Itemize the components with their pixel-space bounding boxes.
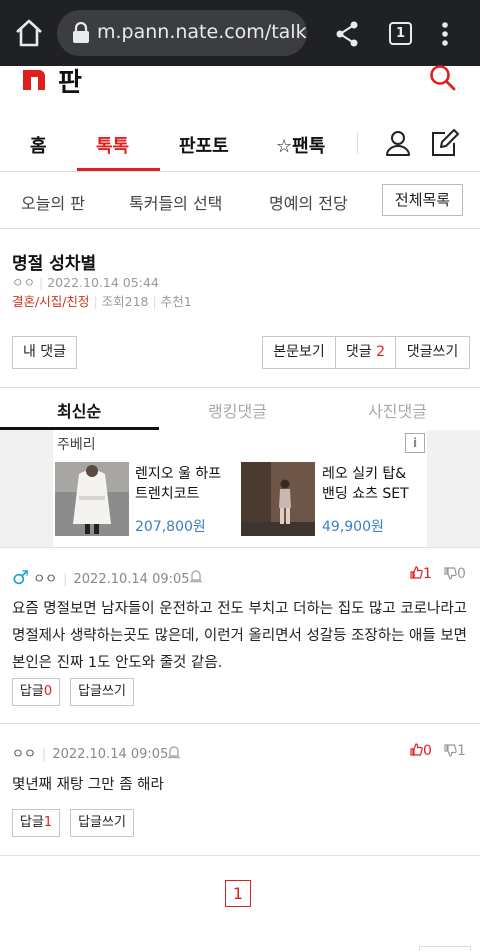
comments-label: 댓글: [345, 344, 372, 360]
report-icon[interactable]: [189, 569, 203, 583]
product-name-trench[interactable]: 렌지오 울 하프 트렌치코트: [135, 464, 235, 504]
nav-panphoto[interactable]: 판포토: [179, 132, 229, 158]
product-image-silky-set[interactable]: [241, 462, 315, 536]
post-recommends: 추천1: [160, 294, 192, 309]
comment-nick[interactable]: ㅇㅇ: [33, 572, 57, 587]
nav-home[interactable]: 홈: [30, 132, 47, 158]
write-icon[interactable]: [429, 128, 459, 158]
nav-divider: [357, 132, 358, 154]
write-reply-button[interactable]: 답글쓰기: [70, 809, 134, 837]
reply-label: 답글: [19, 684, 44, 699]
ad-info-icon[interactable]: i: [405, 433, 425, 453]
downvote-count: 0: [457, 566, 466, 582]
subnav-hall-of-fame[interactable]: 명예의 전당: [269, 190, 348, 214]
upvote-button[interactable]: 1: [410, 566, 432, 582]
post-action-group: 본문보기 댓글 2 댓글쓰기: [262, 336, 470, 369]
reply-count: 1: [43, 815, 53, 830]
write-reply-button[interactable]: 답글쓰기: [70, 678, 134, 706]
lock-icon: [73, 22, 89, 43]
ad-banner: 주베리 i 렌지오 울 하프 트렌치코트 207,800원 레오 실키 탑& 밴…: [0, 430, 480, 547]
post-title: 명절 성차별: [12, 254, 97, 274]
comment-text: 몇년째 재탕 그만 좀 해라: [12, 777, 164, 793]
comment-text: 요즘 명절보면 남자들이 운전하고 전도 부치고 더하는 집도 많고 코로나라고…: [12, 601, 468, 671]
nav-fantalk[interactable]: ☆팬톡: [276, 132, 325, 158]
product-price-silky-set: 49,900원: [322, 519, 384, 535]
reply-button[interactable]: 답글1: [12, 809, 60, 837]
upvote-count: 1: [423, 566, 432, 582]
nav-active-indicator: [77, 168, 160, 171]
my-comments-button[interactable]: 내 댓글: [12, 336, 77, 369]
upvote-button[interactable]: 0: [410, 743, 432, 759]
search-icon[interactable]: [429, 64, 457, 92]
tab-switcher-button[interactable]: 1: [389, 22, 412, 45]
section-divider: [0, 387, 480, 388]
post-views: 조회218: [101, 294, 149, 309]
product-price-trench: 207,800원: [135, 519, 206, 535]
nate-logo[interactable]: [21, 68, 47, 90]
subnav-today[interactable]: 오늘의 판: [21, 190, 85, 214]
comment-date: 2022.10.14 09:05: [52, 747, 169, 762]
thumbs-down-icon: [444, 567, 457, 580]
subnav-talkers-choice[interactable]: 톡커들의 선택: [129, 190, 222, 214]
page-1-button[interactable]: 1: [225, 880, 251, 907]
user-icon[interactable]: [385, 130, 411, 156]
comment-date: 2022.10.14 09:05: [73, 572, 190, 587]
floating-button-edge[interactable]: [419, 946, 471, 951]
tab-latest[interactable]: 최신순: [57, 398, 101, 422]
downvote-button[interactable]: 1: [444, 743, 466, 759]
tab-photo-comments[interactable]: 사진댓글: [368, 398, 427, 422]
reply-button[interactable]: 답글0: [12, 678, 60, 706]
comments-count: 2: [376, 344, 386, 360]
downvote-count: 1: [457, 743, 466, 759]
post-date: 2022.10.14 05:44: [47, 275, 159, 290]
thumbs-up-icon: [410, 566, 423, 579]
nav-talktalk[interactable]: 톡톡: [96, 132, 129, 158]
url-text: m.pann.nate.com/talk/re: [97, 21, 307, 43]
write-comment-button[interactable]: 댓글쓰기: [396, 337, 469, 368]
site-title[interactable]: 판: [58, 62, 82, 99]
thumbs-down-icon: [444, 744, 457, 757]
upvote-count: 0: [423, 743, 432, 759]
reply-count: 0: [43, 684, 53, 699]
comment-divider: [0, 855, 480, 856]
comment-meta: ♂ ㅇㅇ | 2022.10.14 09:05: [12, 567, 190, 589]
post-author[interactable]: ㅇㅇ: [12, 275, 35, 290]
report-icon[interactable]: [167, 745, 181, 759]
post-category[interactable]: 결혼/시집/친정: [12, 294, 89, 309]
product-name-silky-set[interactable]: 레오 실키 탑& 밴딩 쇼츠 SET: [322, 464, 422, 504]
all-list-button[interactable]: 전체목록: [382, 184, 463, 216]
comment-meta: ㅇㅇ | 2022.10.14 09:05: [12, 747, 169, 762]
more-menu-icon[interactable]: [441, 21, 449, 47]
view-post-button[interactable]: 본문보기: [263, 337, 336, 368]
male-icon: ♂: [12, 567, 30, 589]
comment-nick[interactable]: ㅇㅇ: [12, 747, 36, 762]
share-icon[interactable]: [334, 20, 360, 48]
section-divider: [0, 547, 480, 548]
reply-label: 답글: [19, 815, 44, 830]
ad-box: 주베리 i 렌지오 울 하프 트렌치코트 207,800원 레오 실키 탑& 밴…: [53, 430, 427, 547]
main-nav: 홈 톡톡 판포토 ☆팬톡: [0, 114, 480, 172]
comments-button[interactable]: 댓글 2: [336, 337, 396, 368]
thumbs-up-icon: [410, 743, 423, 756]
comment-divider: [0, 723, 480, 724]
sub-nav: 오늘의 판 톡커들의 선택 명예의 전당 전체목록: [0, 173, 480, 229]
post-meta: ㅇㅇ | 2022.10.14 05:44: [12, 275, 159, 290]
browser-toolbar: m.pann.nate.com/talk/re 1: [0, 0, 480, 66]
ad-brand[interactable]: 주베리: [57, 434, 96, 454]
home-icon[interactable]: [14, 18, 44, 48]
address-bar[interactable]: m.pann.nate.com/talk/re: [57, 10, 307, 56]
downvote-button[interactable]: 0: [444, 566, 466, 582]
post-stats: 결혼/시집/친정 | 조회218 | 추천1: [12, 294, 192, 309]
tab-ranking[interactable]: 랭킹댓글: [208, 398, 267, 422]
product-image-trench[interactable]: [55, 462, 129, 536]
